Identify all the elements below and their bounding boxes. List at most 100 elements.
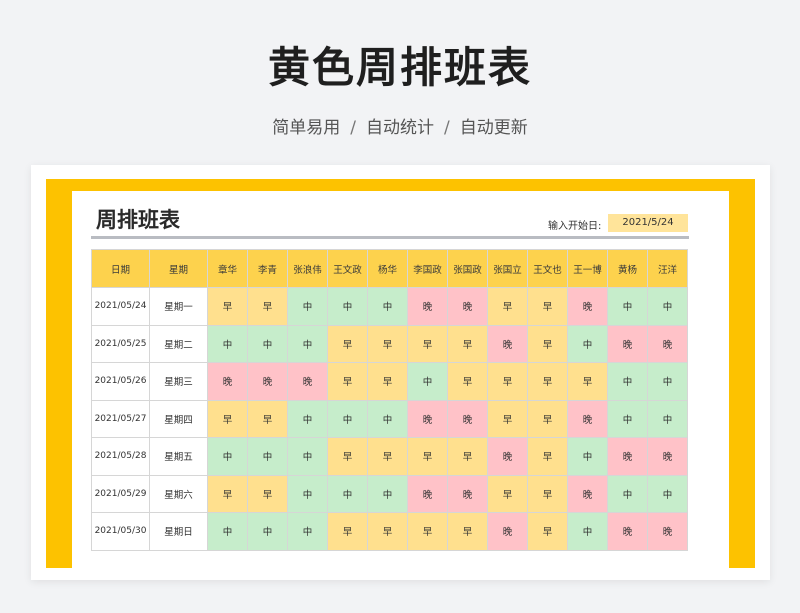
shift-cell[interactable]: 中 <box>207 324 248 363</box>
shift-cell[interactable]: 晚 <box>447 399 488 438</box>
shift-cell[interactable]: 中 <box>647 362 688 401</box>
shift-cell[interactable]: 早 <box>247 287 288 326</box>
shift-cell[interactable]: 晚 <box>647 324 688 363</box>
shift-cell[interactable]: 早 <box>407 512 448 551</box>
shift-cell[interactable]: 早 <box>567 362 608 401</box>
shift-cell[interactable]: 早 <box>327 324 368 363</box>
shift-cell[interactable]: 中 <box>327 474 368 513</box>
shift-cell[interactable]: 早 <box>527 399 568 438</box>
shift-cell[interactable]: 中 <box>287 512 328 551</box>
shift-cell[interactable]: 中 <box>567 437 608 476</box>
shift-cell[interactable]: 中 <box>327 399 368 438</box>
shift-cell[interactable]: 早 <box>527 512 568 551</box>
shift-cell[interactable]: 早 <box>367 437 408 476</box>
shift-cell[interactable]: 中 <box>367 287 408 326</box>
weekday-cell[interactable]: 星期五 <box>149 437 208 476</box>
shift-cell[interactable]: 早 <box>207 474 248 513</box>
shift-cell[interactable]: 中 <box>207 437 248 476</box>
date-cell[interactable]: 2021/05/27 <box>91 399 150 438</box>
shift-cell[interactable]: 中 <box>247 512 288 551</box>
shift-cell[interactable]: 晚 <box>407 399 448 438</box>
date-cell[interactable]: 2021/05/29 <box>91 474 150 513</box>
shift-cell[interactable]: 晚 <box>567 474 608 513</box>
shift-cell[interactable]: 晚 <box>207 362 248 401</box>
shift-cell[interactable]: 中 <box>247 437 288 476</box>
shift-cell[interactable]: 晚 <box>567 287 608 326</box>
weekday-cell[interactable]: 星期二 <box>149 324 208 363</box>
shift-cell[interactable]: 晚 <box>407 474 448 513</box>
shift-cell[interactable]: 晚 <box>607 324 648 363</box>
shift-cell[interactable]: 晚 <box>487 437 528 476</box>
shift-cell[interactable]: 晚 <box>607 437 648 476</box>
shift-cell[interactable]: 早 <box>247 474 288 513</box>
shift-cell[interactable]: 中 <box>287 287 328 326</box>
shift-cell[interactable]: 中 <box>647 474 688 513</box>
shift-cell[interactable]: 中 <box>247 324 288 363</box>
weekday-cell[interactable]: 星期六 <box>149 474 208 513</box>
weekday-cell[interactable]: 星期三 <box>149 362 208 401</box>
shift-cell[interactable]: 晚 <box>247 362 288 401</box>
shift-cell[interactable]: 中 <box>367 474 408 513</box>
shift-cell[interactable]: 早 <box>487 399 528 438</box>
shift-cell[interactable]: 早 <box>527 362 568 401</box>
weekday-cell[interactable]: 星期日 <box>149 512 208 551</box>
shift-cell[interactable]: 中 <box>647 287 688 326</box>
shift-cell[interactable]: 晚 <box>407 287 448 326</box>
shift-cell[interactable]: 中 <box>607 474 648 513</box>
shift-cell[interactable]: 早 <box>327 437 368 476</box>
shift-cell[interactable]: 晚 <box>647 437 688 476</box>
shift-cell[interactable]: 中 <box>567 512 608 551</box>
shift-cell[interactable]: 早 <box>447 512 488 551</box>
shift-cell[interactable]: 早 <box>327 512 368 551</box>
shift-cell[interactable]: 早 <box>527 324 568 363</box>
weekday-cell[interactable]: 星期四 <box>149 399 208 438</box>
shift-cell[interactable]: 早 <box>447 437 488 476</box>
shift-cell[interactable]: 晚 <box>607 512 648 551</box>
shift-cell[interactable]: 中 <box>407 362 448 401</box>
shift-cell[interactable]: 早 <box>527 474 568 513</box>
shift-cell[interactable]: 中 <box>287 399 328 438</box>
date-cell[interactable]: 2021/05/24 <box>91 287 150 326</box>
start-date-input[interactable]: 2021/5/24 <box>608 214 688 232</box>
tag-auto-update: 自动更新 <box>459 118 528 138</box>
shift-cell[interactable]: 中 <box>567 324 608 363</box>
shift-cell[interactable]: 中 <box>287 324 328 363</box>
shift-cell[interactable]: 早 <box>207 287 248 326</box>
shift-cell[interactable]: 早 <box>447 362 488 401</box>
shift-cell[interactable]: 早 <box>327 362 368 401</box>
shift-cell[interactable]: 晚 <box>487 324 528 363</box>
shift-cell[interactable]: 早 <box>407 437 448 476</box>
shift-cell[interactable]: 中 <box>367 399 408 438</box>
date-cell[interactable]: 2021/05/25 <box>91 324 150 363</box>
shift-cell[interactable]: 晚 <box>567 399 608 438</box>
date-cell[interactable]: 2021/05/30 <box>91 512 150 551</box>
shift-cell[interactable]: 中 <box>607 399 648 438</box>
shift-cell[interactable]: 早 <box>247 399 288 438</box>
shift-cell[interactable]: 晚 <box>487 512 528 551</box>
shift-cell[interactable]: 中 <box>607 362 648 401</box>
shift-cell[interactable]: 中 <box>207 512 248 551</box>
date-cell[interactable]: 2021/05/26 <box>91 362 150 401</box>
weekday-cell[interactable]: 星期一 <box>149 287 208 326</box>
shift-cell[interactable]: 中 <box>287 474 328 513</box>
shift-cell[interactable]: 中 <box>287 437 328 476</box>
date-cell[interactable]: 2021/05/28 <box>91 437 150 476</box>
shift-cell[interactable]: 早 <box>367 362 408 401</box>
shift-cell[interactable]: 晚 <box>287 362 328 401</box>
shift-cell[interactable]: 中 <box>647 399 688 438</box>
shift-cell[interactable]: 晚 <box>447 287 488 326</box>
shift-cell[interactable]: 中 <box>607 287 648 326</box>
shift-cell[interactable]: 早 <box>367 324 408 363</box>
shift-cell[interactable]: 早 <box>487 362 528 401</box>
shift-cell[interactable]: 晚 <box>447 474 488 513</box>
shift-cell[interactable]: 早 <box>487 287 528 326</box>
shift-cell[interactable]: 早 <box>487 474 528 513</box>
shift-cell[interactable]: 早 <box>367 512 408 551</box>
shift-cell[interactable]: 早 <box>527 287 568 326</box>
shift-cell[interactable]: 中 <box>327 287 368 326</box>
shift-cell[interactable]: 早 <box>407 324 448 363</box>
shift-cell[interactable]: 早 <box>447 324 488 363</box>
shift-cell[interactable]: 晚 <box>647 512 688 551</box>
shift-cell[interactable]: 早 <box>207 399 248 438</box>
shift-cell[interactable]: 早 <box>527 437 568 476</box>
